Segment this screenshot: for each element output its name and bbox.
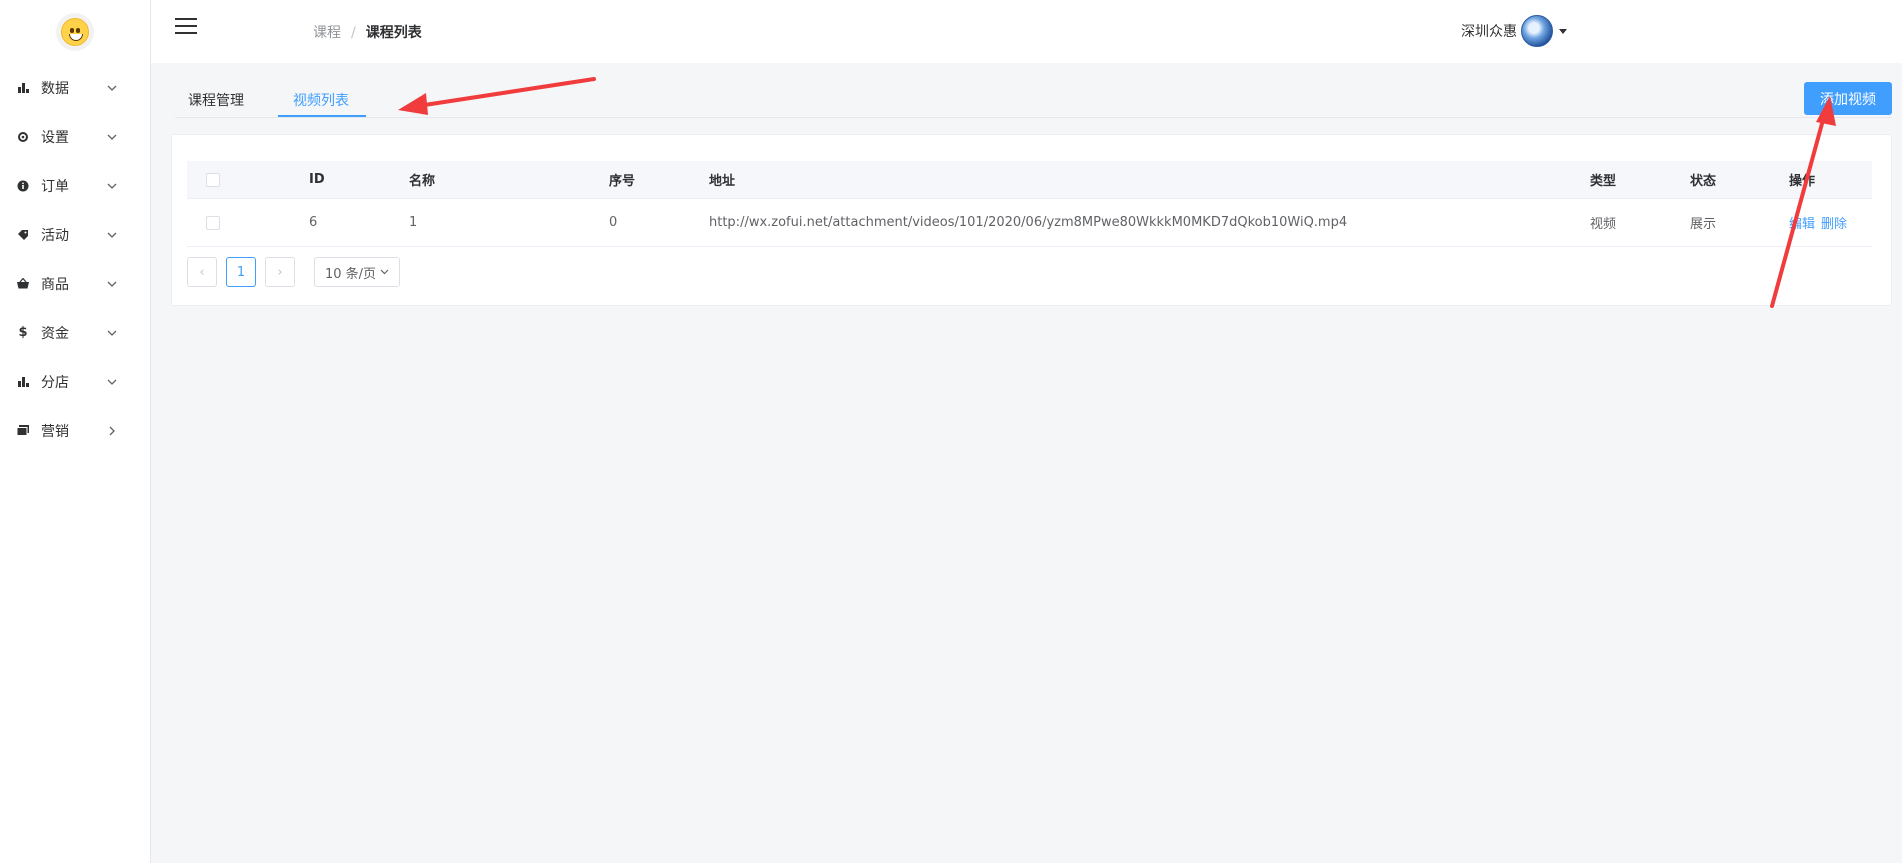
caret-down-icon	[1559, 28, 1567, 34]
chevron-down-icon	[107, 328, 117, 338]
user-menu[interactable]: 深圳众惠	[1461, 15, 1567, 47]
sidebar-item-funds[interactable]: $ 资金	[0, 308, 150, 357]
tag-icon	[17, 229, 29, 241]
table-header: ID 名称 序号 地址 类型 状态 操作	[187, 161, 1872, 199]
user-name: 深圳众惠	[1461, 24, 1517, 40]
cell-status: 展示	[1690, 217, 1717, 232]
sidebar-item-label: 数据	[41, 80, 69, 97]
page-number-button[interactable]: 1	[226, 257, 256, 287]
cell-order: 0	[609, 215, 618, 230]
menu-toggle-icon[interactable]	[175, 18, 197, 36]
app-root: 数据 设置 订单 活动 商品 $ 资金 分店 营销 课程 / 课程列表 深圳众惠…	[0, 0, 1902, 863]
delete-link[interactable]: 删除	[1821, 213, 1847, 232]
logo-area	[0, 0, 150, 63]
chevron-down-icon	[380, 267, 389, 278]
bar-chart-icon	[17, 82, 29, 94]
avatar	[1521, 15, 1553, 47]
sidebar-item-products[interactable]: 商品	[0, 259, 150, 308]
sidebar-item-data[interactable]: 数据	[0, 63, 150, 112]
tab-video-list[interactable]: 视频列表	[293, 90, 349, 110]
edit-link[interactable]: 编辑	[1789, 213, 1815, 232]
sidebar-item-label: 分店	[41, 374, 69, 391]
table-row: 6 1 0 http://wx.zofui.net/attachment/vid…	[187, 199, 1872, 247]
sidebar-menu: 数据 设置 订单 活动 商品 $ 资金 分店 营销	[0, 63, 150, 455]
row-checkbox[interactable]	[206, 215, 220, 230]
cell-url: http://wx.zofui.net/attachment/videos/10…	[709, 215, 1348, 230]
add-video-button[interactable]: 添加视频	[1804, 82, 1892, 115]
column-header-name: 名称	[409, 174, 436, 189]
chevron-down-icon	[107, 132, 117, 142]
tab-course-management[interactable]: 课程管理	[188, 90, 244, 110]
column-header-order: 序号	[609, 174, 636, 189]
main-content: 课程 / 课程列表 深圳众惠 课程管理 视频列表 添加视频 ID 名称 序号 地…	[151, 0, 1902, 863]
gear-icon	[17, 131, 29, 143]
cell-actions: 编辑 删除	[1789, 199, 1853, 246]
sidebar-item-label: 营销	[41, 423, 69, 440]
sidebar-item-label: 活动	[41, 227, 69, 244]
chevron-down-icon	[107, 181, 117, 191]
sidebar-item-label: 订单	[41, 178, 69, 195]
pagination: ‹ 1 › 10 条/页	[187, 257, 400, 287]
sidebar-item-orders[interactable]: 订单	[0, 161, 150, 210]
column-header-status: 状态	[1690, 174, 1717, 189]
sidebar-item-label: 资金	[41, 325, 69, 342]
chevron-down-icon	[107, 83, 117, 93]
sidebar-item-label: 商品	[41, 276, 69, 293]
sidebar-item-settings[interactable]: 设置	[0, 112, 150, 161]
sidebar-item-label: 设置	[41, 129, 69, 146]
video-table: ID 名称 序号 地址 类型 状态 操作 6 1 0 http://wx.zof…	[187, 161, 1872, 247]
row-checkbox-cell	[206, 199, 220, 246]
info-circle-icon	[17, 180, 29, 192]
breadcrumb-item-course[interactable]: 课程	[313, 25, 341, 41]
video-list-card: ID 名称 序号 地址 类型 状态 操作 6 1 0 http://wx.zof…	[171, 134, 1892, 306]
cell-type: 视频	[1590, 217, 1617, 232]
sidebar-item-branches[interactable]: 分店	[0, 357, 150, 406]
stack-icon	[17, 425, 29, 437]
sidebar-item-activities[interactable]: 活动	[0, 210, 150, 259]
page-size-value: 10 条/页	[324, 266, 377, 282]
smiley-logo-icon	[61, 17, 89, 46]
chevron-down-icon	[107, 377, 117, 387]
cell-name: 1	[409, 215, 418, 230]
sidebar: 数据 设置 订单 活动 商品 $ 资金 分店 营销	[0, 0, 151, 863]
breadcrumb: 课程 / 课程列表	[313, 22, 422, 42]
column-header-type: 类型	[1590, 174, 1617, 189]
logo[interactable]	[56, 12, 94, 51]
bar-chart-icon	[17, 376, 29, 388]
tab-bar: 课程管理 视频列表	[175, 78, 1892, 118]
basket-icon	[17, 278, 29, 290]
breadcrumb-item-course-list: 课程列表	[365, 25, 422, 41]
select-all-checkbox[interactable]	[206, 172, 220, 187]
chevron-right-icon	[107, 426, 117, 436]
select-all-checkbox-cell	[206, 161, 220, 198]
page-size-select[interactable]: 10 条/页	[314, 257, 400, 287]
sidebar-item-marketing[interactable]: 营销	[0, 406, 150, 455]
chevron-down-icon	[107, 279, 117, 289]
prev-page-button[interactable]: ‹	[187, 257, 217, 287]
next-page-button[interactable]: ›	[265, 257, 295, 287]
column-header-id: ID	[309, 172, 325, 187]
column-header-url: 地址	[709, 174, 736, 189]
chevron-down-icon	[107, 230, 117, 240]
column-header-actions: 操作	[1789, 174, 1816, 189]
cell-id: 6	[309, 215, 318, 230]
breadcrumb-separator: /	[351, 25, 356, 41]
top-header: 课程 / 课程列表 深圳众惠	[151, 0, 1902, 63]
active-tab-indicator	[278, 115, 366, 117]
dollar-icon: $	[18, 325, 28, 340]
